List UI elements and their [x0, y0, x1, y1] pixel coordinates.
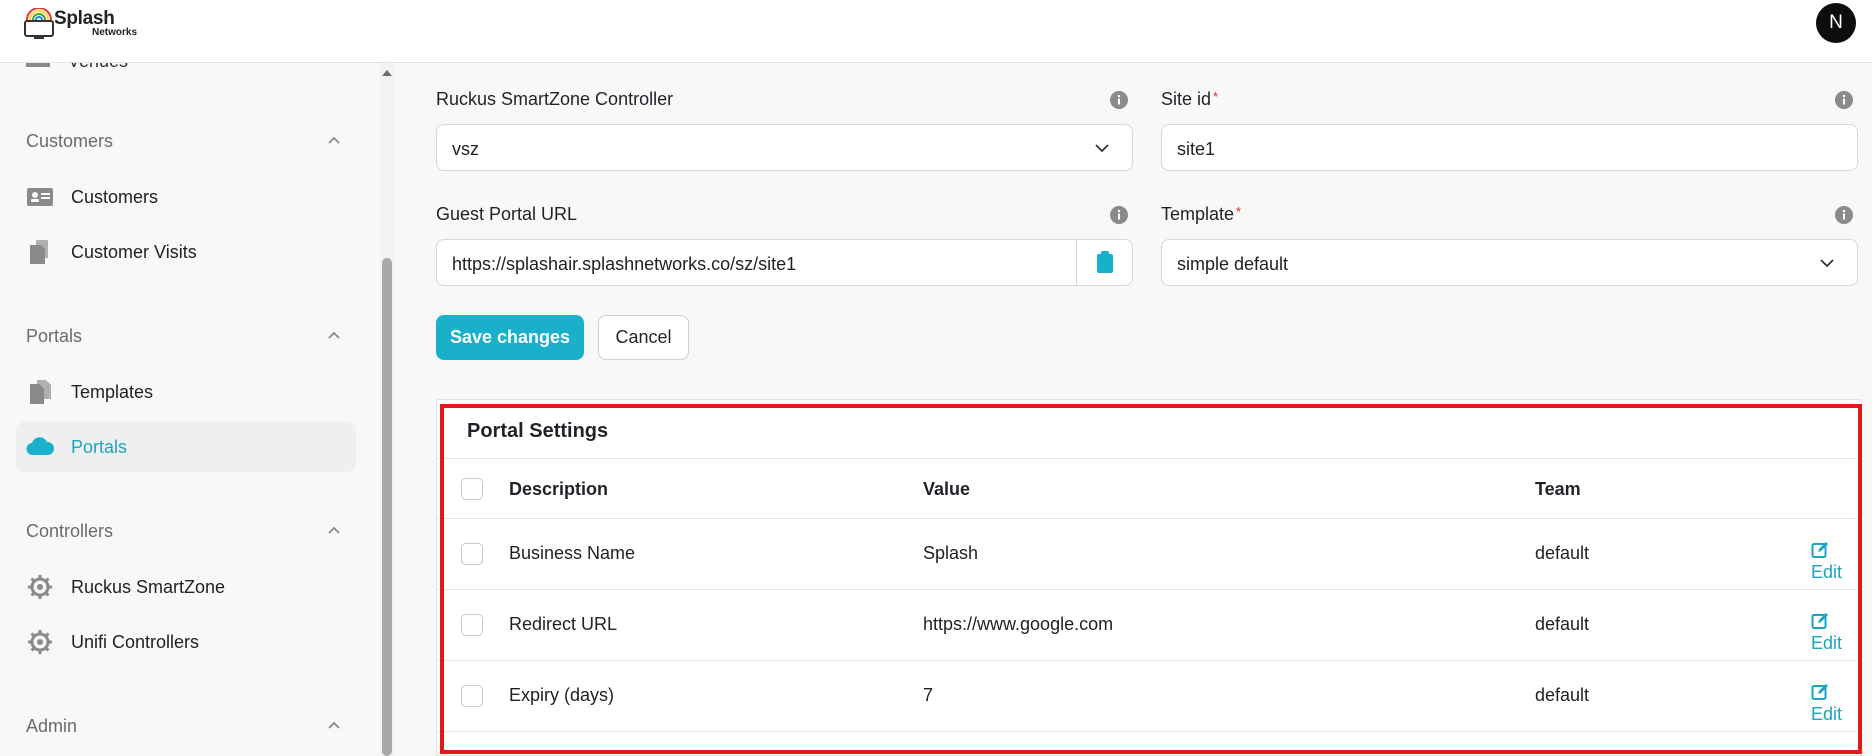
guest-portal-url-value: https://splashair.splashnetworks.co/sz/s… — [452, 254, 797, 274]
column-header-description[interactable]: Description — [509, 479, 608, 500]
splash-logo[interactable]: Splash Networks — [24, 6, 138, 40]
sidebar-item-unifi-controllers[interactable]: Unifi Controllers — [16, 617, 356, 667]
cell-description: Business Name — [509, 543, 636, 563]
edit-icon — [1811, 542, 1828, 558]
sidebar-item-label: Templates — [71, 382, 154, 402]
edit-label: Edit — [1811, 704, 1843, 724]
chevron-up-icon[interactable] — [326, 133, 342, 149]
table-row: Expiry (days) 7 default Edit — [437, 661, 1861, 732]
sidebar-item-portals[interactable]: Portals — [16, 422, 356, 472]
row-checkbox[interactable] — [461, 685, 483, 707]
section-title-portals[interactable]: Portals — [26, 326, 82, 347]
cell-description: Expiry (days) — [509, 685, 615, 705]
chevron-down-icon — [1095, 144, 1109, 153]
copy-url-button[interactable] — [1076, 240, 1132, 285]
guest-portal-url-input[interactable]: https://splashair.splashnetworks.co/sz/s… — [436, 239, 1133, 286]
section-title-customers[interactable]: Customers — [26, 131, 113, 152]
site-id-label: Site id * — [1161, 89, 1218, 110]
cloud-icon — [26, 437, 54, 456]
table-row: Business Name Splash default Edit — [437, 519, 1861, 590]
required-asterisk: * — [1236, 204, 1242, 219]
info-icon[interactable] — [1109, 90, 1129, 110]
sidebar-item-customer-visits[interactable]: Customer Visits — [16, 227, 356, 277]
template-select[interactable]: simple default — [1161, 239, 1858, 286]
site-id-input[interactable]: site1 — [1161, 124, 1858, 171]
select-all-checkbox[interactable] — [461, 478, 483, 500]
edit-icon — [1811, 684, 1828, 700]
gear-icon — [28, 630, 52, 654]
main-content: Ruckus SmartZone Controller vsz Site id *… — [396, 63, 1872, 756]
template-label-text: Template — [1161, 204, 1235, 224]
sidebar-item-label: Customer Visits — [71, 242, 197, 262]
venues-icon — [26, 63, 50, 67]
sidebar-item-label: Portals — [71, 437, 128, 457]
sidebar-item-label: Venues — [68, 63, 128, 71]
guest-portal-url-label: Guest Portal URL — [436, 204, 578, 224]
column-header-team[interactable]: Team — [1535, 479, 1581, 500]
template-label: Template * — [1161, 204, 1241, 225]
row-checkbox[interactable] — [461, 614, 483, 636]
wifi-monitor-icon — [24, 8, 54, 39]
controller-label: Ruckus SmartZone Controller — [436, 89, 674, 109]
section-title-admin[interactable]: Admin — [26, 716, 77, 737]
site-id-label-text: Site id — [1161, 89, 1212, 109]
save-changes-button[interactable]: Save changes — [436, 315, 584, 360]
row-checkbox[interactable] — [461, 543, 483, 565]
sidebar-item-templates[interactable]: Templates — [16, 367, 356, 417]
cell-description: Redirect URL — [509, 614, 618, 634]
clipboard-icon — [1097, 251, 1113, 273]
sidebar-item-venues[interactable]: Venues — [26, 63, 128, 72]
sidebar-item-label: Customers — [71, 187, 159, 207]
chevron-down-icon — [1820, 259, 1834, 268]
info-icon[interactable] — [1109, 205, 1129, 225]
chevron-up-icon[interactable] — [326, 718, 342, 734]
section-title-controllers[interactable]: Controllers — [26, 521, 113, 542]
document-copy-icon — [30, 380, 51, 404]
site-id-input-value: site1 — [1177, 139, 1216, 159]
chevron-up-icon[interactable] — [326, 523, 342, 539]
cancel-button[interactable]: Cancel — [598, 315, 689, 360]
cell-value: 7 — [923, 685, 934, 705]
cell-team: default — [1535, 685, 1590, 705]
sidebar-item-customers[interactable]: Customers — [16, 172, 356, 222]
edit-label: Edit — [1811, 562, 1843, 582]
table-row: Redirect URL https://www.google.com defa… — [437, 590, 1861, 661]
contact-card-icon — [27, 188, 53, 206]
edit-button[interactable]: Edit — [1811, 612, 1861, 654]
sidebar-item-label: Ruckus SmartZone — [71, 577, 226, 597]
controller-select-value: vsz — [452, 139, 479, 159]
documents-icon — [30, 240, 48, 264]
table-header: Description Value Team — [437, 458, 1861, 519]
scroll-up-arrow-icon[interactable] — [380, 66, 394, 80]
cell-value: https://www.google.com — [923, 614, 1114, 634]
info-icon[interactable] — [1834, 90, 1854, 110]
sidebar-scroll-thumb[interactable] — [382, 258, 392, 756]
edit-button[interactable]: Edit — [1811, 683, 1861, 725]
top-bar: Splash Networks N — [0, 0, 1872, 63]
sidebar-item-label: Unifi Controllers — [71, 632, 200, 652]
controller-select[interactable]: vsz — [436, 124, 1133, 171]
column-header-value[interactable]: Value — [923, 479, 970, 500]
sidebar-item-ruckus-smartzone[interactable]: Ruckus SmartZone — [16, 562, 356, 612]
chevron-up-icon[interactable] — [326, 328, 342, 344]
sidebar: Venues Customers Customers Customer Visi… — [0, 63, 374, 756]
gear-icon — [28, 575, 52, 599]
logo-subtext: Networks — [92, 27, 138, 38]
cell-team: default — [1535, 543, 1590, 563]
panel-title: Portal Settings — [467, 420, 609, 442]
cell-value: Splash — [923, 543, 979, 563]
edit-label: Edit — [1811, 633, 1843, 653]
user-avatar[interactable]: N — [1816, 3, 1856, 43]
template-select-value: simple default — [1177, 254, 1289, 274]
portal-settings-panel: Portal Settings Description Value Team B… — [436, 399, 1862, 756]
edit-icon — [1811, 613, 1828, 629]
info-icon[interactable] — [1834, 205, 1854, 225]
edit-button[interactable]: Edit — [1811, 541, 1861, 583]
cell-team: default — [1535, 614, 1590, 634]
required-asterisk: * — [1213, 89, 1219, 104]
